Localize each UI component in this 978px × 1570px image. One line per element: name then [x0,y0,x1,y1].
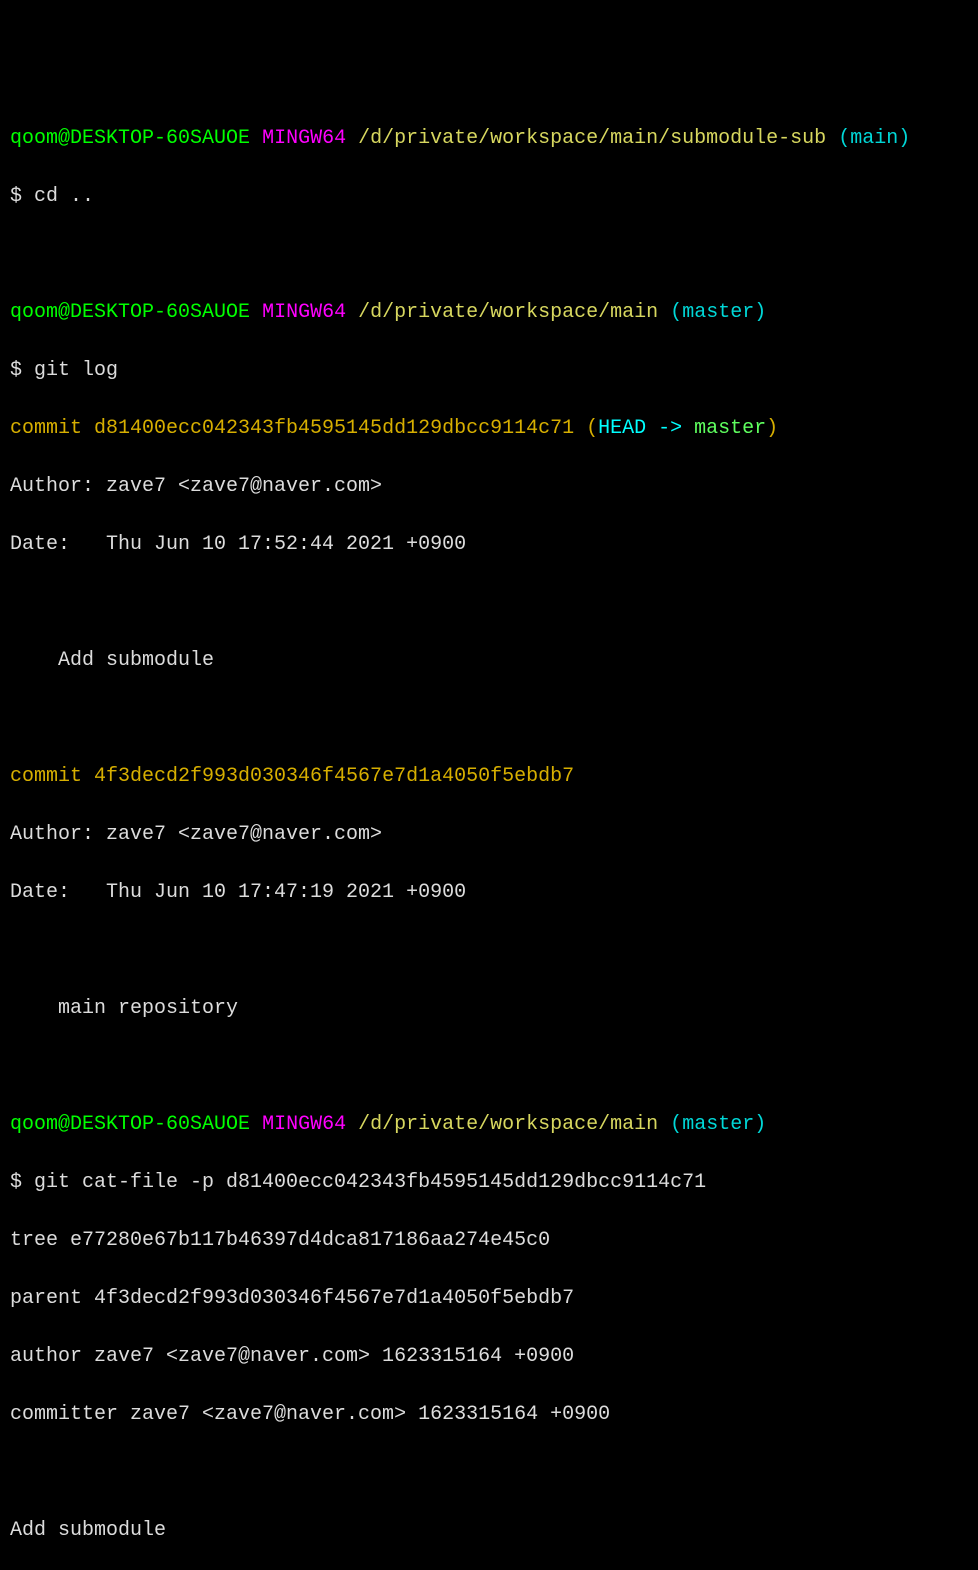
commit-date: Date: Thu Jun 10 17:47:19 2021 +0900 [10,878,968,907]
prompt-path: /d/private/workspace/main [358,301,658,324]
prompt-path: /d/private/workspace/main [358,1113,658,1136]
prompt-branch: master [682,1113,754,1136]
prompt-branch-close: ) [898,127,910,150]
ref-head: HEAD -> [598,417,694,440]
catfile-tree: tree e77280e67b117b46397d4dca817186aa274… [10,1226,968,1255]
prompt-user: qoom@DESKTOP-60SAUOE [10,1113,250,1136]
prompt-branch-close: ) [754,301,766,324]
prompt-branch: main [850,127,898,150]
prompt-branch-open: ( [838,127,850,150]
prompt-user: qoom@DESKTOP-60SAUOE [10,127,250,150]
prompt-branch-close: ) [754,1113,766,1136]
commit-author: Author: zave7 <zave7@naver.com> [10,472,968,501]
commit-line-1: commit d81400ecc042343fb4595145dd129dbcc… [10,414,968,443]
prompt-line-1: qoom@DESKTOP-60SAUOE MINGW64 /d/private/… [10,124,968,153]
prompt-branch: master [682,301,754,324]
commit-message: Add submodule [10,646,968,675]
prompt-line-3: qoom@DESKTOP-60SAUOE MINGW64 /d/private/… [10,1110,968,1139]
commit-message: main repository [10,994,968,1023]
ref-open: ( [574,417,598,440]
blank-line [10,1052,968,1081]
prompt-shell: MINGW64 [262,1113,346,1136]
commit-hash: d81400ecc042343fb4595145dd129dbcc9114c71 [94,417,574,440]
command-git-log[interactable]: $ git log [10,356,968,385]
prompt-shell: MINGW64 [262,301,346,324]
blank-line [10,704,968,733]
catfile-message: Add submodule [10,1516,968,1545]
commit-label: commit [10,417,94,440]
blank-line [10,1458,968,1487]
prompt-shell: MINGW64 [262,127,346,150]
catfile-committer: committer zave7 <zave7@naver.com> 162331… [10,1400,968,1429]
blank-line [10,588,968,617]
catfile-parent: parent 4f3decd2f993d030346f4567e7d1a4050… [10,1284,968,1313]
ref-close: ) [766,417,778,440]
prompt-user: qoom@DESKTOP-60SAUOE [10,301,250,324]
ref-branch: master [694,417,766,440]
commit-date: Date: Thu Jun 10 17:52:44 2021 +0900 [10,530,968,559]
command-git-cat-file[interactable]: $ git cat-file -p d81400ecc042343fb45951… [10,1168,968,1197]
prompt-branch-open: ( [670,301,682,324]
catfile-author: author zave7 <zave7@naver.com> 162331516… [10,1342,968,1371]
prompt-path: /d/private/workspace/main/submodule-sub [358,127,826,150]
blank-line [10,936,968,965]
commit-author: Author: zave7 <zave7@naver.com> [10,820,968,849]
prompt-line-2: qoom@DESKTOP-60SAUOE MINGW64 /d/private/… [10,298,968,327]
blank-line [10,240,968,269]
command-cd[interactable]: $ cd .. [10,182,968,211]
prompt-branch-open: ( [670,1113,682,1136]
commit-line-2: commit 4f3decd2f993d030346f4567e7d1a4050… [10,762,968,791]
